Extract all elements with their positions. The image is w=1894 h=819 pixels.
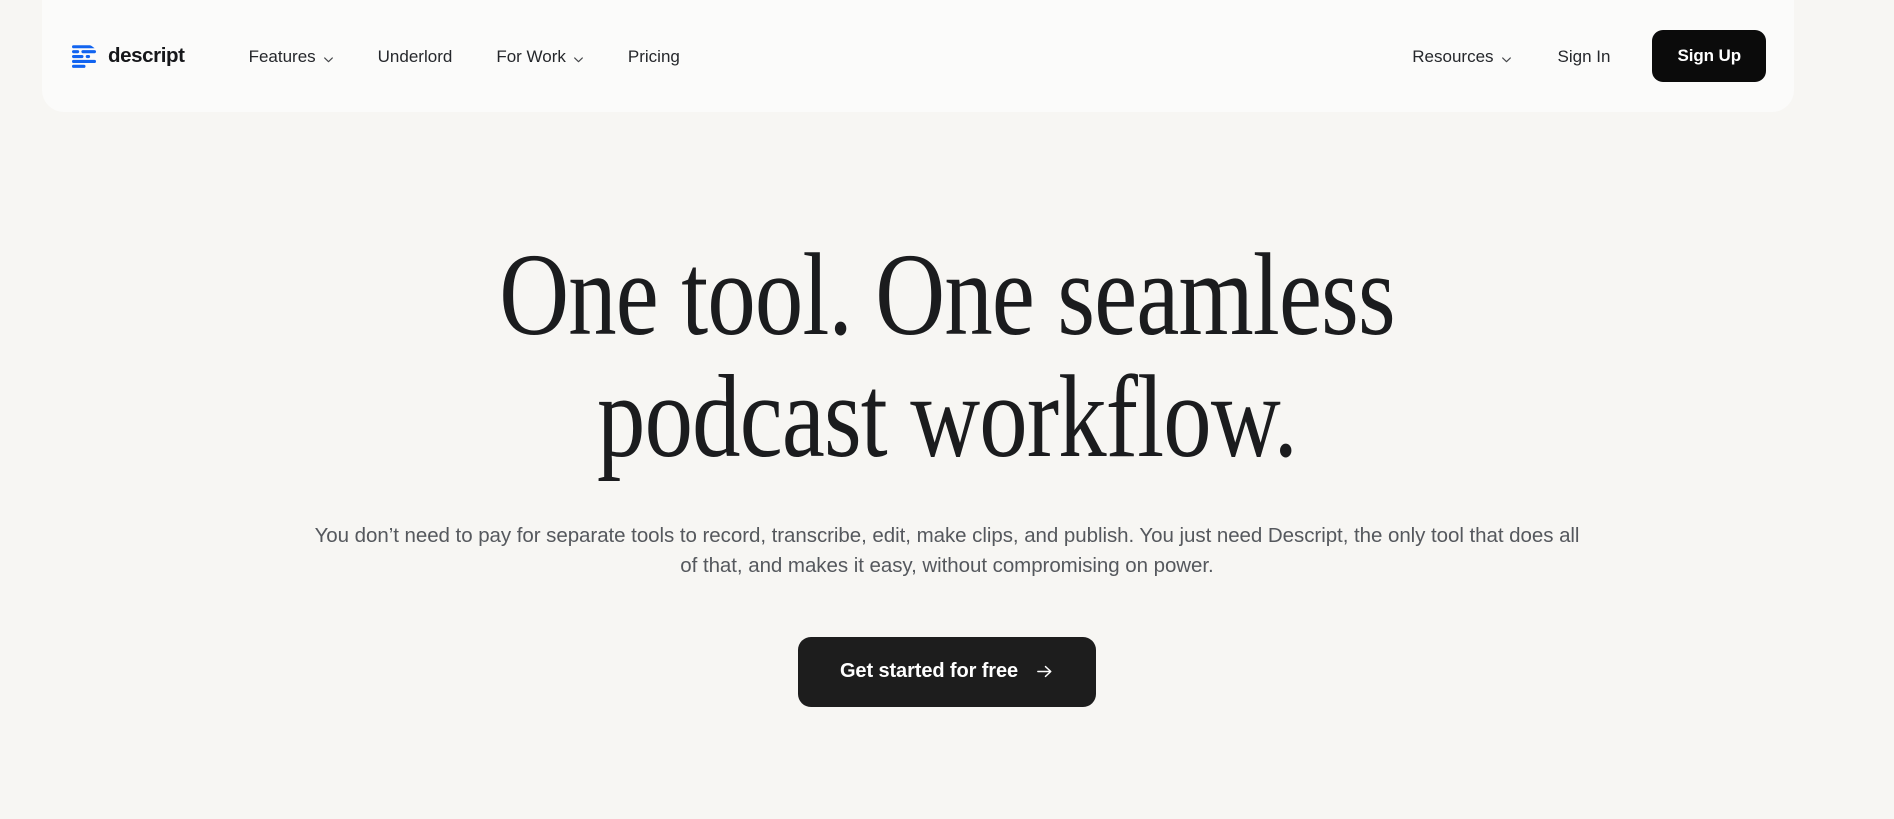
descript-waveform-logo-icon (72, 44, 97, 69)
headline-line-1: One tool. One seamless (499, 229, 1395, 360)
sign-up-button[interactable]: Sign Up (1652, 30, 1766, 82)
nav-item-resources-label: Resources (1412, 46, 1494, 66)
get-started-button-label: Get started for free (839, 660, 1019, 683)
nav-item-for-work[interactable]: For Work (474, 38, 606, 75)
nav-item-underlord[interactable]: Underlord (356, 38, 475, 75)
page-title: One tool. One seamless podcast workflow. (402, 112, 1493, 477)
nav-item-features-label: Features (248, 46, 316, 66)
hero-subheadline: You don’t need to pay for separate tools… (314, 524, 1580, 577)
headline-line-2: podcast workflow. (597, 350, 1298, 482)
nav-item-pricing-label: Pricing (627, 46, 680, 66)
chevron-down-icon (573, 51, 584, 63)
landing-page: descript Features Underlord For Work Pri… (0, 0, 1894, 819)
nav-item-resources[interactable]: Resources (1390, 38, 1533, 75)
nav-item-for-work-label: For Work (496, 46, 566, 66)
hero-section: One tool. One seamless podcast workflow.… (0, 112, 1894, 707)
chevron-down-icon (1501, 51, 1512, 63)
primary-navigation: Features Underlord For Work Pricing (227, 38, 702, 75)
header-inner: descript Features Underlord For Work Pri… (42, 0, 1794, 112)
brand-logo-link[interactable]: descript (72, 44, 185, 69)
get-started-button[interactable]: Get started for free (797, 636, 1097, 707)
site-header: descript Features Underlord For Work Pri… (42, 0, 1794, 112)
chevron-down-icon (323, 51, 334, 63)
arrow-right-icon (1035, 662, 1054, 681)
brand-name: descript (108, 43, 185, 67)
sign-in-link[interactable]: Sign In (1534, 38, 1635, 75)
nav-item-features[interactable]: Features (227, 38, 356, 75)
nav-item-pricing[interactable]: Pricing (606, 38, 702, 75)
secondary-navigation: Resources Sign In Sign Up (1390, 30, 1766, 82)
nav-item-underlord-label: Underlord (377, 46, 453, 66)
hero-cta-wrapper: Get started for free (0, 636, 1894, 707)
